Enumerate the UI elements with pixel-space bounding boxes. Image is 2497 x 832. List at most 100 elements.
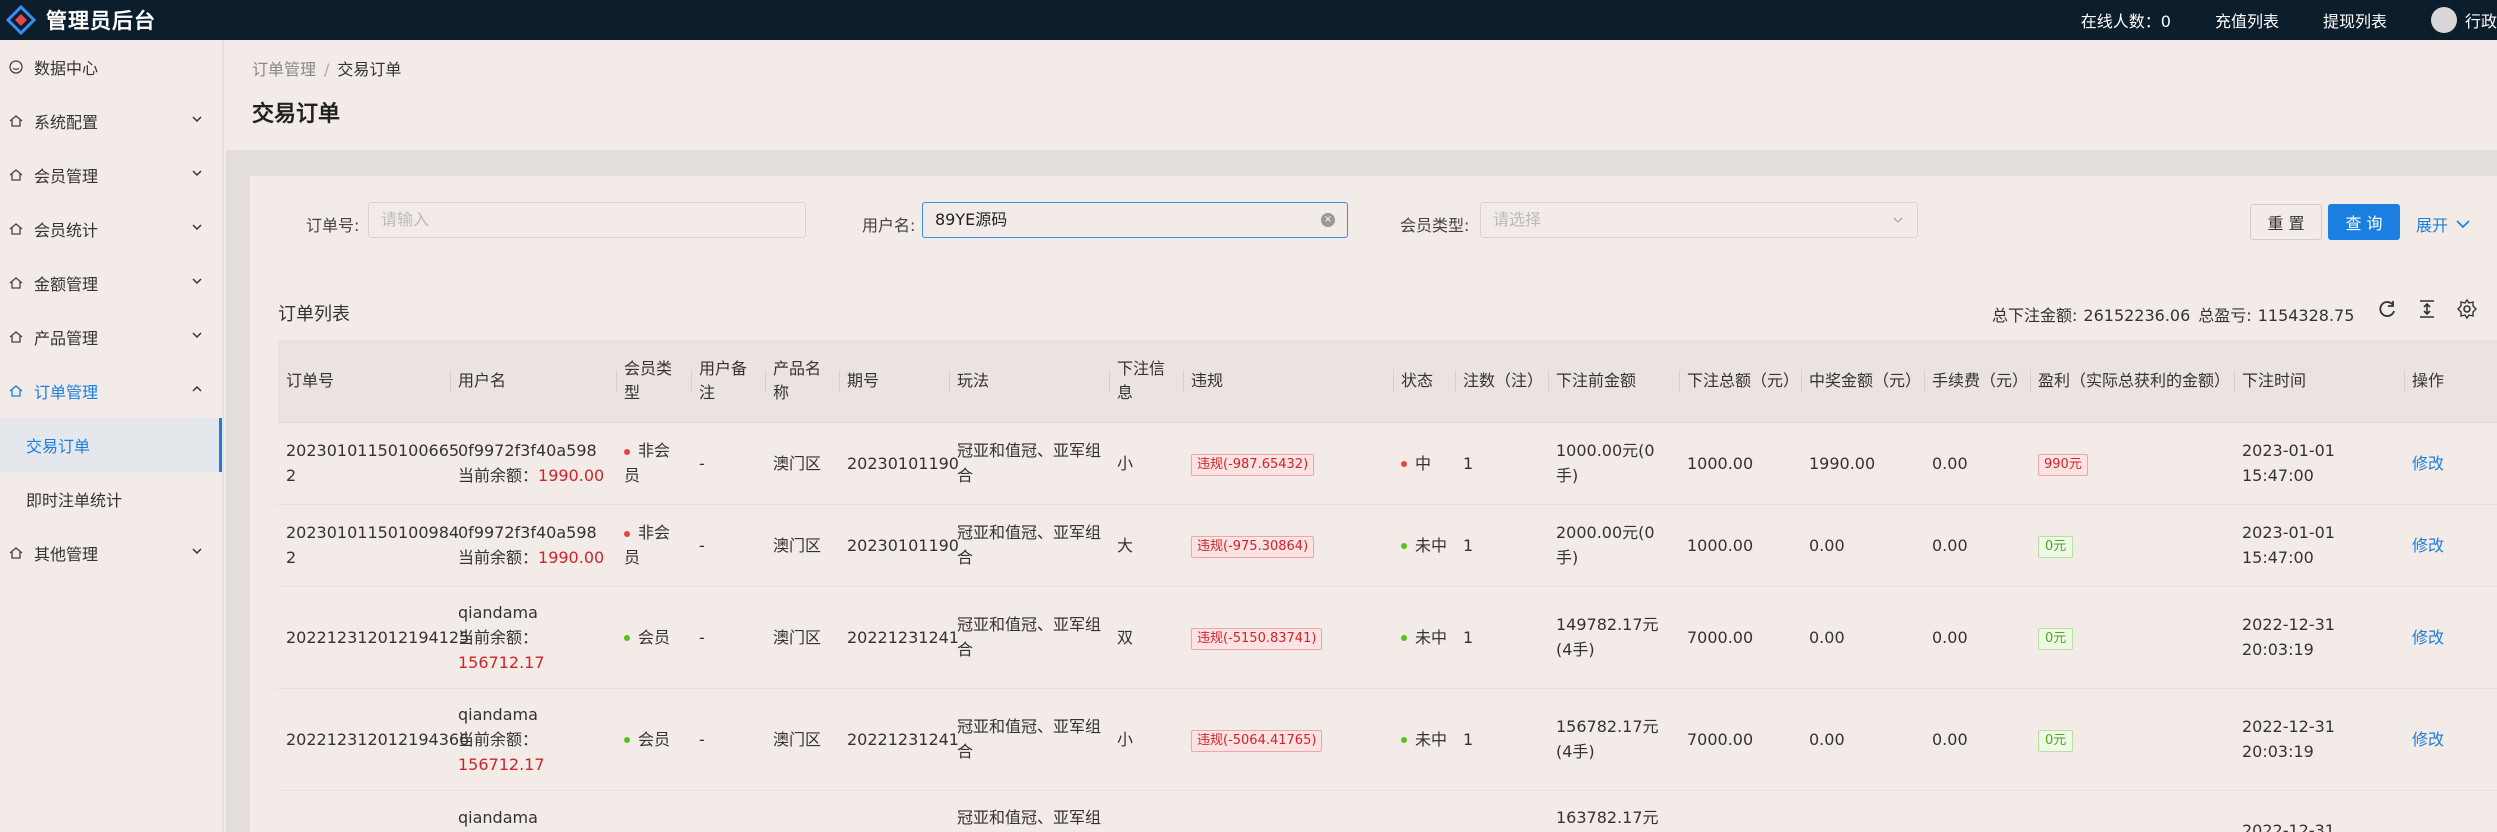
status-cell: 未中 xyxy=(1393,504,1455,587)
username-cell: qiandama 当前余额： 156712.17 xyxy=(450,586,616,689)
column-header[interactable]: 下注前金额 xyxy=(1548,340,1679,423)
bet-info-cell: 小 xyxy=(1109,422,1183,505)
order-number: 202212312012194125 xyxy=(286,627,470,647)
order-number-cell: 20230101150100665​2 xyxy=(278,422,459,505)
column-header[interactable]: 玩法 xyxy=(949,340,1109,423)
sidebar-item-system-config[interactable]: 系统配置 xyxy=(0,94,222,148)
prize-cell: 0.00 xyxy=(1801,504,1924,587)
bet-count: 1 xyxy=(1463,627,1474,647)
bet-time: 15:47:00 xyxy=(2242,548,2314,567)
column-header[interactable]: 状态 xyxy=(1393,340,1455,423)
withdraw-list-link[interactable]: 提现列表 xyxy=(2323,8,2387,32)
bet-info-cell: 大 xyxy=(1109,504,1183,587)
column-header[interactable]: 用户备注 xyxy=(691,340,765,423)
product-cell: 澳门区 xyxy=(765,586,839,689)
play-type: 冠亚和值冠、亚军组合 xyxy=(957,523,1102,567)
order-number-input[interactable]: 请输入 xyxy=(368,202,806,238)
column-height-icon[interactable] xyxy=(2416,298,2438,320)
column-header[interactable]: 中奖金额（元） xyxy=(1801,340,1924,423)
bet-date: 2022-12-31 xyxy=(2242,820,2335,832)
column-header[interactable]: 下注信息 xyxy=(1109,340,1183,423)
breadcrumb: 订单管理 / 交易订单 xyxy=(252,56,401,80)
play-cell: 冠亚和值冠、亚军组合 xyxy=(949,790,1109,832)
column-header[interactable]: 期号 xyxy=(839,340,949,423)
user-menu[interactable]: 行政 xyxy=(2465,8,2497,32)
remark: - xyxy=(699,535,705,555)
member-type-select[interactable]: 请选择 xyxy=(1480,202,1918,238)
bet-info: 小 xyxy=(1117,729,1134,749)
column-header[interactable]: 产品名称 xyxy=(765,340,839,423)
order-number-label: 订单号: xyxy=(306,216,360,235)
breadcrumb-parent[interactable]: 订单管理 xyxy=(252,60,316,79)
prize-amount: 1990.00 xyxy=(1809,453,1876,473)
expand-label: 展开 xyxy=(2416,216,2449,235)
status: 未中 xyxy=(1415,729,1448,749)
recharge-list-link[interactable]: 充值列表 xyxy=(2215,8,2279,32)
column-header[interactable]: 违规 xyxy=(1183,340,1393,423)
status-dot xyxy=(1401,461,1407,467)
sidebar-item-data-center[interactable]: 数据中心 xyxy=(0,40,222,94)
play-cell: 冠亚和值冠、亚军组合 xyxy=(949,586,1109,689)
prize-amount: 0.00 xyxy=(1809,535,1845,555)
product-name: 澳门区 xyxy=(773,453,822,473)
sidebar-subitem-instant-bet-stats[interactable]: 即时注单统计 xyxy=(0,472,222,526)
username: 0f9972f3f40a598 xyxy=(458,441,597,460)
expand-toggle[interactable]: 展开 xyxy=(2416,212,2470,236)
refresh-icon[interactable] xyxy=(2376,298,2398,320)
profit-cell: 0元 xyxy=(2030,504,2234,587)
column-header[interactable]: 下注时间 xyxy=(2234,340,2404,423)
avatar[interactable] xyxy=(2431,7,2457,33)
column-header[interactable]: 注数（注） xyxy=(1455,340,1548,423)
clear-icon[interactable]: × xyxy=(1321,213,1335,227)
sidebar-item-member-management[interactable]: 会员管理 xyxy=(0,148,222,202)
fee: 0.00 xyxy=(1932,627,1968,647)
chevron-down-icon xyxy=(1893,217,1903,223)
sidebar-item-order-management[interactable]: 订单管理 xyxy=(0,364,222,418)
sidebar-item-other-management[interactable]: 其他管理 xyxy=(0,526,222,580)
order-number-placeholder: 请输入 xyxy=(381,210,430,229)
bet-time-cell: 2022-12-31 xyxy=(2234,790,2404,832)
column-header[interactable]: 下注总额（元） xyxy=(1679,340,1801,423)
column-header[interactable]: 会员类型 xyxy=(616,340,691,423)
breadcrumb-current: 交易订单 xyxy=(337,60,402,79)
member-type-placeholder: 请选择 xyxy=(1493,210,1542,229)
sidebar-item-product-management[interactable]: 产品管理 xyxy=(0,310,222,364)
column-header[interactable]: 操作 xyxy=(2404,340,2497,423)
column-header[interactable]: 盈利（实际总获利的金额） xyxy=(2030,340,2234,423)
column-header[interactable]: 手续费（元） xyxy=(1924,340,2030,423)
settings-icon[interactable] xyxy=(2456,298,2478,320)
sidebar-subitem-trade-orders[interactable]: 交易订单 xyxy=(0,418,222,472)
play-type: 冠亚和值冠、亚军组合 xyxy=(957,615,1102,659)
fee-cell: 0.00 xyxy=(1924,586,2030,689)
bet-time-cell: 2023-01-01 15:47:00 xyxy=(2234,422,2404,505)
count-cell: 1 xyxy=(1455,422,1548,505)
profit-tag: 0元 xyxy=(2038,628,2074,650)
username-input[interactable]: 89YE源码 × xyxy=(922,202,1348,238)
query-button[interactable]: 查 询 xyxy=(2328,204,2400,240)
violation-cell: 违规(-975.30864) xyxy=(1183,504,1393,587)
member-type: 会员 xyxy=(638,627,671,647)
count-cell: 1 xyxy=(1455,586,1548,689)
member-type-dot xyxy=(624,448,630,455)
column-header[interactable]: 用户名 xyxy=(450,340,616,423)
total-win-value: 1154328.75 xyxy=(2257,306,2355,325)
violation-tag: 违规(-987.65432) xyxy=(1191,454,1315,476)
home-icon xyxy=(8,275,24,291)
violation-tag: 违规(-5064.41765) xyxy=(1191,730,1323,752)
sidebar-item-amount-management[interactable]: 金额管理 xyxy=(0,256,222,310)
sidebar-item-member-stats[interactable]: 会员统计 xyxy=(0,202,222,256)
status: 未中 xyxy=(1415,627,1448,647)
fee-cell xyxy=(1924,790,2030,832)
edit-link[interactable]: 修改 xyxy=(2412,628,2444,647)
chevron-down-icon xyxy=(192,278,202,285)
column-header[interactable]: 订单号 xyxy=(278,340,450,423)
remark-cell xyxy=(691,790,765,832)
edit-link[interactable]: 修改 xyxy=(2412,536,2444,555)
action-cell: 修改 xyxy=(2404,586,2497,689)
table-summary: 总下注金额: 26152236.06 总盈亏: 1154328.75 xyxy=(1992,302,2362,326)
fee: 0.00 xyxy=(1932,453,1968,473)
reset-button[interactable]: 重 置 xyxy=(2250,204,2322,240)
edit-link[interactable]: 修改 xyxy=(2412,730,2444,749)
edit-link[interactable]: 修改 xyxy=(2412,454,2444,473)
order-number-cell xyxy=(278,790,450,832)
